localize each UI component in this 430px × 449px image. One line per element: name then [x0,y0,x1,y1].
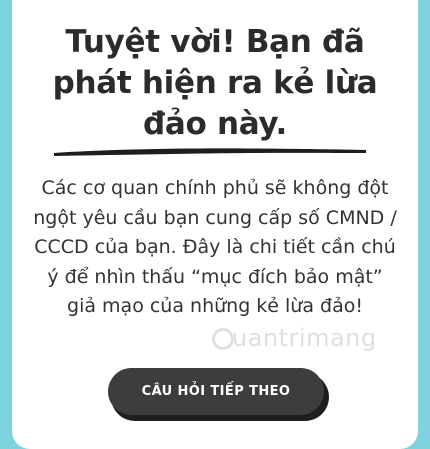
watermark: uantrimang [212,324,392,360]
brush-underline [54,148,366,156]
watermark-text: uantrimang [232,324,377,352]
next-question-button[interactable]: CÂU HỎI TIẾP THEO [108,368,324,415]
result-card: Tuyệt vời! Bạn đã phát hiện ra kẻ lừa đả… [12,0,418,449]
result-message: Các cơ quan chính phủ sẽ không đột ngột … [33,177,397,317]
result-title: Tuyệt vời! Bạn đã phát hiện ra kẻ lừa đả… [52,24,378,142]
watermark-logo-icon [212,328,234,350]
